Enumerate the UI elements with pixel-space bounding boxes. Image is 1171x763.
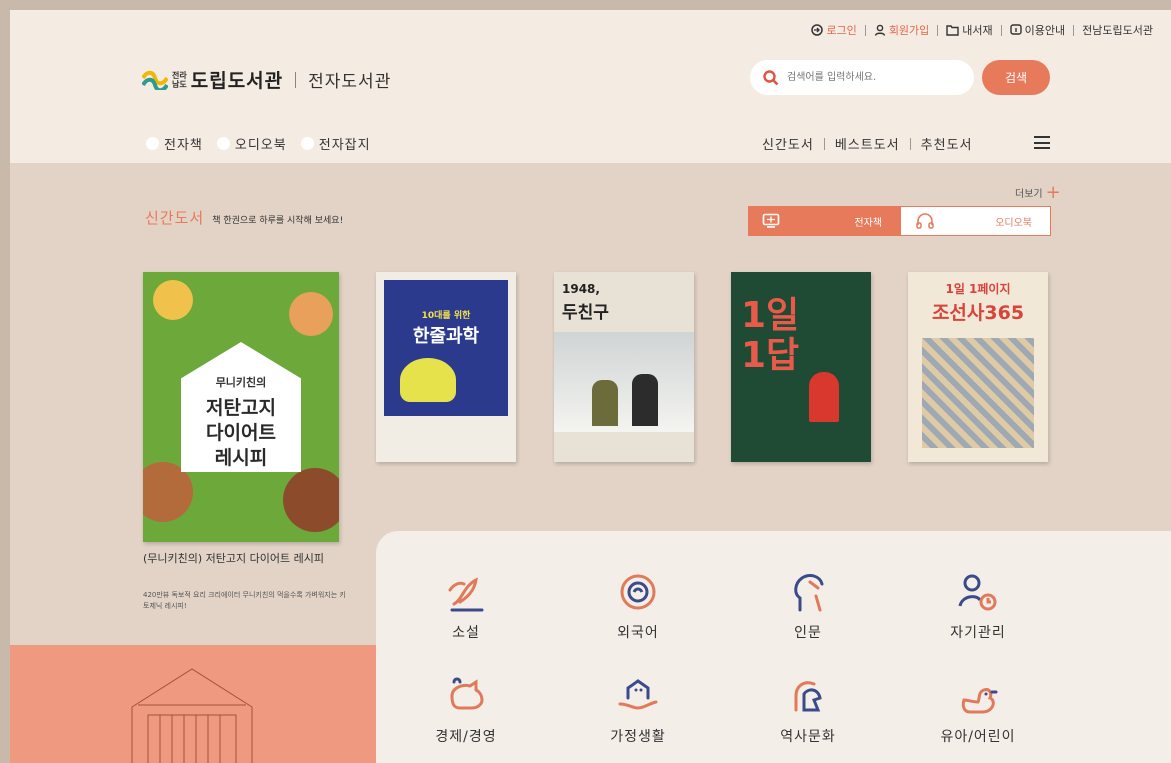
cover-illustration <box>400 358 456 402</box>
user-icon <box>874 24 886 36</box>
radio-dot <box>146 137 159 150</box>
cover-title: 한줄과학 <box>412 326 480 347</box>
globe-icon <box>613 567 663 617</box>
logo-sub-text: 전자도서관 <box>308 72 392 92</box>
radio-dot <box>216 137 230 150</box>
genre-kids[interactable]: 유아/어린이 <box>918 671 1038 746</box>
tab-ebook[interactable]: 전자책 <box>748 206 900 236</box>
genre-business[interactable]: 경제/경영 <box>406 671 526 746</box>
info-icon <box>1009 24 1022 35</box>
my-library-link[interactable]: 내서재 <box>946 22 993 38</box>
book-cover-featured[interactable]: 무니키친의 저탄고지 다이어트 레시피 <box>143 272 339 542</box>
genre-novel[interactable]: 소설 <box>406 567 526 642</box>
header: 로그인 회원가입 내서재 이용안내 전남도립도서관 전라 남도 도립도서관 전자… <box>10 10 1171 163</box>
cover-pretitle: 1948, <box>562 282 600 296</box>
featured-book-description: 420만뷰 독보적 요리 크리에이터 무니키친의 먹을수록 가벼워지는 키토제닉… <box>143 591 346 610</box>
divider <box>909 137 911 150</box>
book-cover-4[interactable]: 1일 1답 <box>731 272 871 462</box>
genre-history-culture[interactable]: 역사문화 <box>748 671 868 746</box>
book-list-nav: 신간도서 베스트도서 추천도서 <box>762 134 973 153</box>
book-cover-3[interactable]: 1948, 두친구 <box>554 272 694 462</box>
search-button[interactable]: 검색 <box>982 60 1050 95</box>
section-title: 신간도서 <box>145 209 205 227</box>
rubber-duck-icon <box>953 671 1003 721</box>
logo-region: 전라 남도 <box>172 70 187 89</box>
helmet-icon <box>783 671 833 721</box>
person-clock-icon <box>953 567 1003 617</box>
quill-icon <box>441 567 491 617</box>
hand-house-icon <box>613 671 663 721</box>
genre-self-management[interactable]: 자기관리 <box>918 567 1038 642</box>
new-books-heading: 신간도서 책 한권으로 하루를 시작해 보세요! <box>145 207 343 228</box>
hamburger-menu-icon[interactable] <box>1034 136 1050 149</box>
book-icon <box>762 213 780 228</box>
category-nav: 전자책 오디오북 전자잡지 <box>146 134 385 153</box>
headphones-icon <box>916 213 934 229</box>
cover-pretitle: 1일 1페이지 <box>945 282 1011 296</box>
cover-figure <box>632 374 658 426</box>
piggy-bank-icon <box>441 671 491 721</box>
cover-title: 1일 1답 <box>741 295 800 376</box>
nav-new-books[interactable]: 신간도서 <box>762 134 814 153</box>
section-subtitle: 책 한권으로 하루를 시작해 보세요! <box>212 216 344 226</box>
login-icon <box>811 24 824 36</box>
more-link[interactable]: 더보기 + <box>1015 181 1061 203</box>
genre-foreign-language[interactable]: 외국어 <box>578 567 698 642</box>
signup-link[interactable]: 회원가입 <box>874 22 929 38</box>
cover-title: 조선사365 <box>931 302 1025 324</box>
site-logo[interactable]: 전라 남도 도립도서관 전자도서관 <box>142 66 391 93</box>
search-icon <box>763 69 779 85</box>
divider <box>1073 24 1075 36</box>
book-cover-5[interactable]: 1일 1페이지 조선사365 <box>908 272 1048 462</box>
category-audiobook[interactable]: 오디오북 <box>216 134 287 153</box>
radio-dot <box>300 137 314 150</box>
logo-divider <box>295 71 297 88</box>
cover-food-decoration <box>283 468 339 532</box>
divider <box>864 24 866 36</box>
page-frame: 로그인 회원가입 내서재 이용안내 전남도립도서관 전라 남도 도립도서관 전자… <box>10 10 1171 763</box>
logo-main-text: 도립도서관 <box>190 70 284 92</box>
cover-food-decoration <box>153 280 193 320</box>
cover-title: 저탄고지 다이어트 레시피 <box>206 397 276 469</box>
tab-audiobook[interactable]: 오디오북 <box>900 206 1051 236</box>
top-nav: 로그인 회원가입 내서재 이용안내 전남도립도서관 <box>811 22 1153 38</box>
cover-figure <box>809 372 839 422</box>
cover-pretitle: 10대를 위한 <box>421 311 471 321</box>
format-toggle: 전자책 오디오북 <box>748 206 1051 236</box>
search-input[interactable] <box>785 71 949 84</box>
cover-figure <box>592 380 618 426</box>
category-magazine[interactable]: 전자잡지 <box>300 134 371 153</box>
cover-pretitle: 무니키친의 <box>215 376 267 389</box>
genre-home-life[interactable]: 가정생활 <box>578 671 698 746</box>
book-cover-2[interactable]: 10대를 위한 한줄과학 <box>376 272 516 462</box>
library-name-link[interactable]: 전남도립도서관 <box>1082 22 1153 38</box>
cover-illustration <box>922 338 1034 448</box>
library-building-banner[interactable] <box>10 645 376 763</box>
featured-book-title[interactable]: (무니키친의) 저탄고지 다이어트 레시피 <box>143 550 343 567</box>
genre-humanities[interactable]: 인문 <box>748 567 868 642</box>
nav-best-books[interactable]: 베스트도서 <box>835 134 900 153</box>
cover-snow-scene <box>554 332 694 432</box>
cover-food-decoration <box>289 292 333 336</box>
divider <box>1000 24 1002 36</box>
folder-icon <box>946 25 959 36</box>
nav-recommended-books[interactable]: 추천도서 <box>921 134 973 153</box>
guide-link[interactable]: 이용안내 <box>1009 22 1065 38</box>
genre-panel: 소설 외국어 인문 자기관리 경제/경영 가정생활 역사문화 유아/어린이 <box>376 531 1171 763</box>
divider <box>823 137 825 150</box>
divider <box>937 24 939 36</box>
head-profile-icon <box>783 567 833 617</box>
cover-title: 두친구 <box>562 303 609 323</box>
logo-mark-icon <box>142 70 168 90</box>
login-link[interactable]: 로그인 <box>811 22 857 38</box>
library-building-illustration <box>131 668 253 763</box>
plus-icon: + <box>1045 181 1061 203</box>
search-box <box>750 60 974 95</box>
category-ebook[interactable]: 전자책 <box>146 134 203 153</box>
